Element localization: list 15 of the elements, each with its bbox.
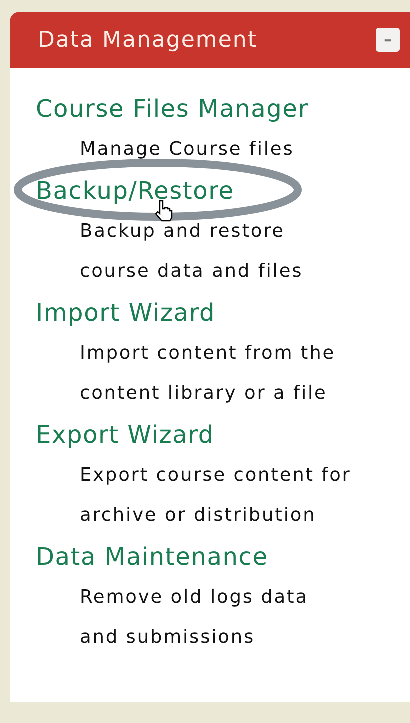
tool-link[interactable]: Data Maintenance (36, 536, 268, 578)
tool-link[interactable]: Export Wizard (36, 414, 214, 456)
tool-description: Backup and restore (80, 220, 286, 244)
tool-description: course data and files (80, 260, 304, 284)
tool-description: Remove old logs data (80, 586, 310, 610)
tool-description: and submissions (80, 626, 256, 650)
panel-title: Data Management (38, 28, 258, 52)
tool-description: content library or a file (80, 382, 328, 406)
tool-link[interactable]: Course Files Manager (36, 88, 309, 130)
tool-description: Export course content for (80, 464, 352, 488)
tool-description: Import content from the (80, 342, 336, 366)
tool-description: Manage Course files (80, 138, 296, 162)
tool-link[interactable]: Import Wizard (36, 292, 216, 334)
collapse-button[interactable]: – (376, 28, 400, 52)
tool-description: archive or distribution (80, 504, 318, 528)
